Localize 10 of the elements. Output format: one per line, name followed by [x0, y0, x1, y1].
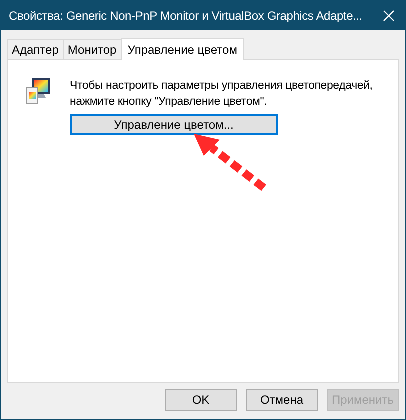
color-management-button[interactable]: Управление цветом...: [70, 114, 278, 135]
close-icon[interactable]: [383, 10, 395, 22]
tab[interactable]: Монитор: [62, 39, 122, 59]
window-title: Свойства: Generic Non-PnP Monitor и VirtualBox Graphics Adapte...: [9, 8, 362, 24]
description-text: Чтобы настроить параметры управления цветопередачей, нажмите кнопку "Управление цветом".: [70, 79, 374, 110]
tab[interactable]: Адаптер: [7, 39, 64, 59]
tab[interactable]: Управление цветом: [120, 38, 244, 60]
monitor-color-icon: [26, 76, 52, 106]
dialog-button[interactable]: OK: [165, 389, 237, 411]
dialog-button[interactable]: Отмена: [246, 389, 318, 411]
